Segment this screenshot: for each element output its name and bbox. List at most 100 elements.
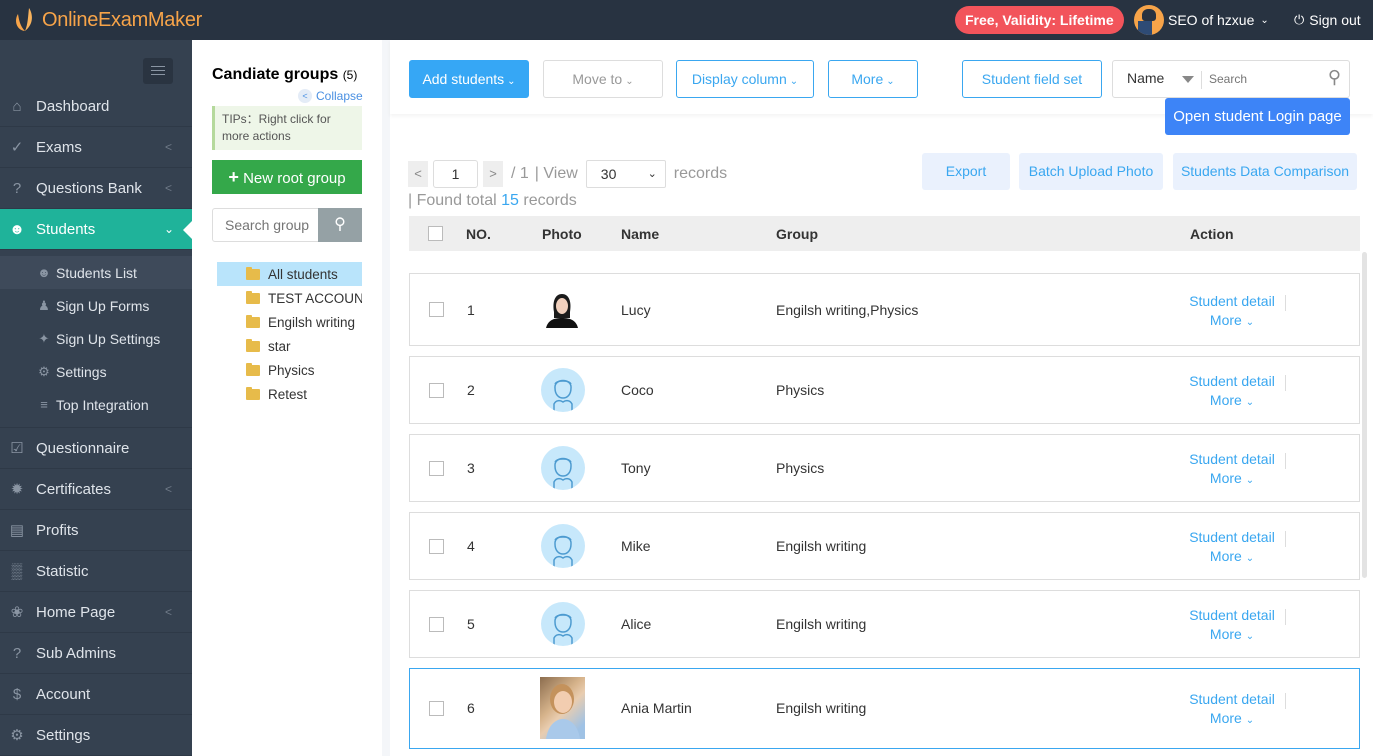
- users-icon: ☻: [9, 220, 25, 238]
- student-field-set-button[interactable]: Student field set: [962, 60, 1102, 98]
- display-column-button[interactable]: Display column ⌄: [676, 60, 814, 98]
- new-root-group-button[interactable]: + New root group: [212, 160, 362, 194]
- folder-icon: [246, 266, 260, 280]
- tree-item-label: Retest: [268, 386, 308, 402]
- row-checkbox[interactable]: [429, 701, 444, 716]
- sidebar-item-sub-admins[interactable]: ? Sub Admins: [0, 633, 192, 674]
- logo[interactable]: OnlineExamMaker: [12, 6, 202, 34]
- row-actions: Student detail More ⌄: [1188, 606, 1286, 646]
- sidebar-item-settings[interactable]: ⚙ Settings: [0, 715, 192, 756]
- students-data-comparison-button[interactable]: Students Data Comparison: [1173, 153, 1357, 190]
- panel-resize-handle[interactable]: [382, 40, 390, 756]
- row-more-dropdown[interactable]: More ⌄: [1188, 709, 1276, 730]
- row-more-dropdown[interactable]: More ⌄: [1188, 311, 1276, 332]
- table-row: 1 Lucy Engilsh writing,Physics Student d…: [409, 273, 1360, 346]
- table-header: NO. Photo Name Group Action: [409, 216, 1360, 251]
- row-group: Engilsh writing: [776, 538, 867, 554]
- check-circle-icon: ✓: [10, 139, 24, 156]
- sidebar-subitem-sign-up-settings[interactable]: ✦ Sign Up Settings: [0, 322, 192, 355]
- export-button[interactable]: Export: [922, 153, 1010, 190]
- records-label: records: [673, 165, 728, 182]
- row-checkbox[interactable]: [429, 617, 444, 632]
- sidebar-item-questionnaire[interactable]: ☑ Questionnaire: [0, 428, 192, 469]
- select-all-checkbox[interactable]: [428, 226, 443, 241]
- search-icon[interactable]: ⚲: [1328, 67, 1341, 88]
- page-input[interactable]: 1: [433, 160, 478, 188]
- female-portrait-image: [546, 294, 578, 328]
- folder-icon: [246, 290, 260, 304]
- row-no: 3: [467, 460, 475, 476]
- sidebar-subitem-top-integration[interactable]: ≡ Top Integration: [0, 388, 192, 421]
- menu-toggle-button[interactable]: [143, 58, 173, 84]
- sidebar-item-label: Questionnaire: [36, 439, 130, 457]
- sidebar-item-label: Settings: [36, 726, 91, 744]
- tree-item-star[interactable]: star: [217, 334, 362, 358]
- tree-item-label: Engilsh writing: [268, 314, 356, 330]
- divider: [1285, 453, 1286, 469]
- tree-item-test-account[interactable]: TEST ACCOUNT: [217, 286, 362, 310]
- row-checkbox[interactable]: [429, 383, 444, 398]
- bar-chart-icon: ▒: [11, 562, 23, 580]
- student-detail-link[interactable]: Student detail: [1188, 450, 1276, 469]
- sidebar-item-statistic[interactable]: ▒ Statistic: [0, 551, 192, 592]
- sidebar-item-exams[interactable]: ✓ Exams <: [0, 127, 192, 168]
- group-search-button[interactable]: ⚲: [318, 208, 362, 242]
- row-checkbox[interactable]: [429, 302, 444, 317]
- chevron-down-icon: ⌄: [1260, 14, 1269, 26]
- prev-page-button[interactable]: <: [408, 161, 428, 187]
- more-button[interactable]: More ⌄: [828, 60, 918, 98]
- student-detail-link[interactable]: Student detail: [1188, 528, 1276, 547]
- chevron-down-icon: ⌄: [647, 168, 657, 180]
- user-menu[interactable]: SEO of hzxue ⌄: [1134, 5, 1269, 35]
- sidebar-nav: ⌂ Dashboard ✓ Exams < ? Questions Bank <…: [0, 86, 192, 756]
- sidebar-subitem-sign-up-forms[interactable]: ♟ Sign Up Forms: [0, 289, 192, 322]
- student-detail-link[interactable]: Student detail: [1188, 292, 1276, 311]
- sidebar-item-dashboard[interactable]: ⌂ Dashboard: [0, 86, 192, 127]
- sidebar-item-label: Home Page: [36, 603, 116, 621]
- row-more-dropdown[interactable]: More ⌄: [1188, 625, 1276, 646]
- row-checkbox[interactable]: [429, 461, 444, 476]
- tree-item-label: star: [268, 338, 291, 354]
- row-checkbox[interactable]: [429, 539, 444, 554]
- tree-item-all-students[interactable]: All students: [217, 262, 362, 286]
- sidebar-item-certificates[interactable]: ✹ Certificates <: [0, 469, 192, 510]
- tree-item-physics[interactable]: Physics: [217, 358, 362, 382]
- table-scrollbar[interactable]: [1362, 252, 1367, 578]
- add-students-button[interactable]: Add students ⌄: [409, 60, 529, 98]
- row-more-dropdown[interactable]: More ⌄: [1188, 469, 1276, 490]
- student-detail-link[interactable]: Student detail: [1188, 690, 1276, 709]
- sidebar-item-home-page[interactable]: ❀ Home Page <: [0, 592, 192, 633]
- checkbox-icon: ☑: [10, 440, 24, 457]
- open-student-login-button[interactable]: Open student Login page: [1165, 98, 1350, 135]
- sidebar-item-account[interactable]: $ Account: [0, 674, 192, 715]
- sidebar-item-label: Account: [36, 685, 91, 703]
- sidebar-item-students[interactable]: ☻ Students ⌄: [0, 209, 192, 250]
- row-more-dropdown[interactable]: More ⌄: [1188, 391, 1276, 412]
- sidebar-item-label: Profits: [36, 521, 79, 539]
- group-search-input[interactable]: [213, 209, 319, 241]
- chevron-down-icon: ⌄: [886, 76, 895, 87]
- dollar-icon: $: [12, 685, 22, 703]
- move-to-label: Move to: [572, 71, 623, 87]
- tree-item-engilsh-writing[interactable]: Engilsh writing: [217, 310, 362, 334]
- sidebar-subitem-students-list[interactable]: ☻ Students List: [0, 256, 192, 289]
- next-page-button[interactable]: >: [483, 161, 503, 187]
- search-field-select[interactable]: Name: [1127, 70, 1164, 86]
- search-input[interactable]: [1209, 67, 1319, 91]
- divider: [1285, 375, 1286, 391]
- student-detail-link[interactable]: Student detail: [1188, 606, 1276, 625]
- default-avatar-icon: [541, 524, 585, 568]
- row-more-dropdown[interactable]: More ⌄: [1188, 547, 1276, 568]
- sidebar-subitem-settings[interactable]: ⚙ Settings: [0, 355, 192, 388]
- sidebar-item-questions-bank[interactable]: ? Questions Bank <: [0, 168, 192, 209]
- move-to-button[interactable]: Move to ⌄: [543, 60, 663, 98]
- sidebar-item-label: Dashboard: [36, 97, 110, 115]
- sign-out-button[interactable]: ⏻ Sign out: [1294, 12, 1361, 28]
- tree-item-retest[interactable]: Retest: [217, 382, 362, 406]
- more-label: More: [851, 71, 884, 87]
- sidebar-item-profits[interactable]: ▤ Profits: [0, 510, 192, 551]
- student-detail-link[interactable]: Student detail: [1188, 372, 1276, 391]
- batch-upload-photo-button[interactable]: Batch Upload Photo: [1019, 153, 1163, 190]
- collapse-button[interactable]: < Collapse: [298, 89, 363, 103]
- per-page-select[interactable]: 30 ⌄: [585, 160, 666, 188]
